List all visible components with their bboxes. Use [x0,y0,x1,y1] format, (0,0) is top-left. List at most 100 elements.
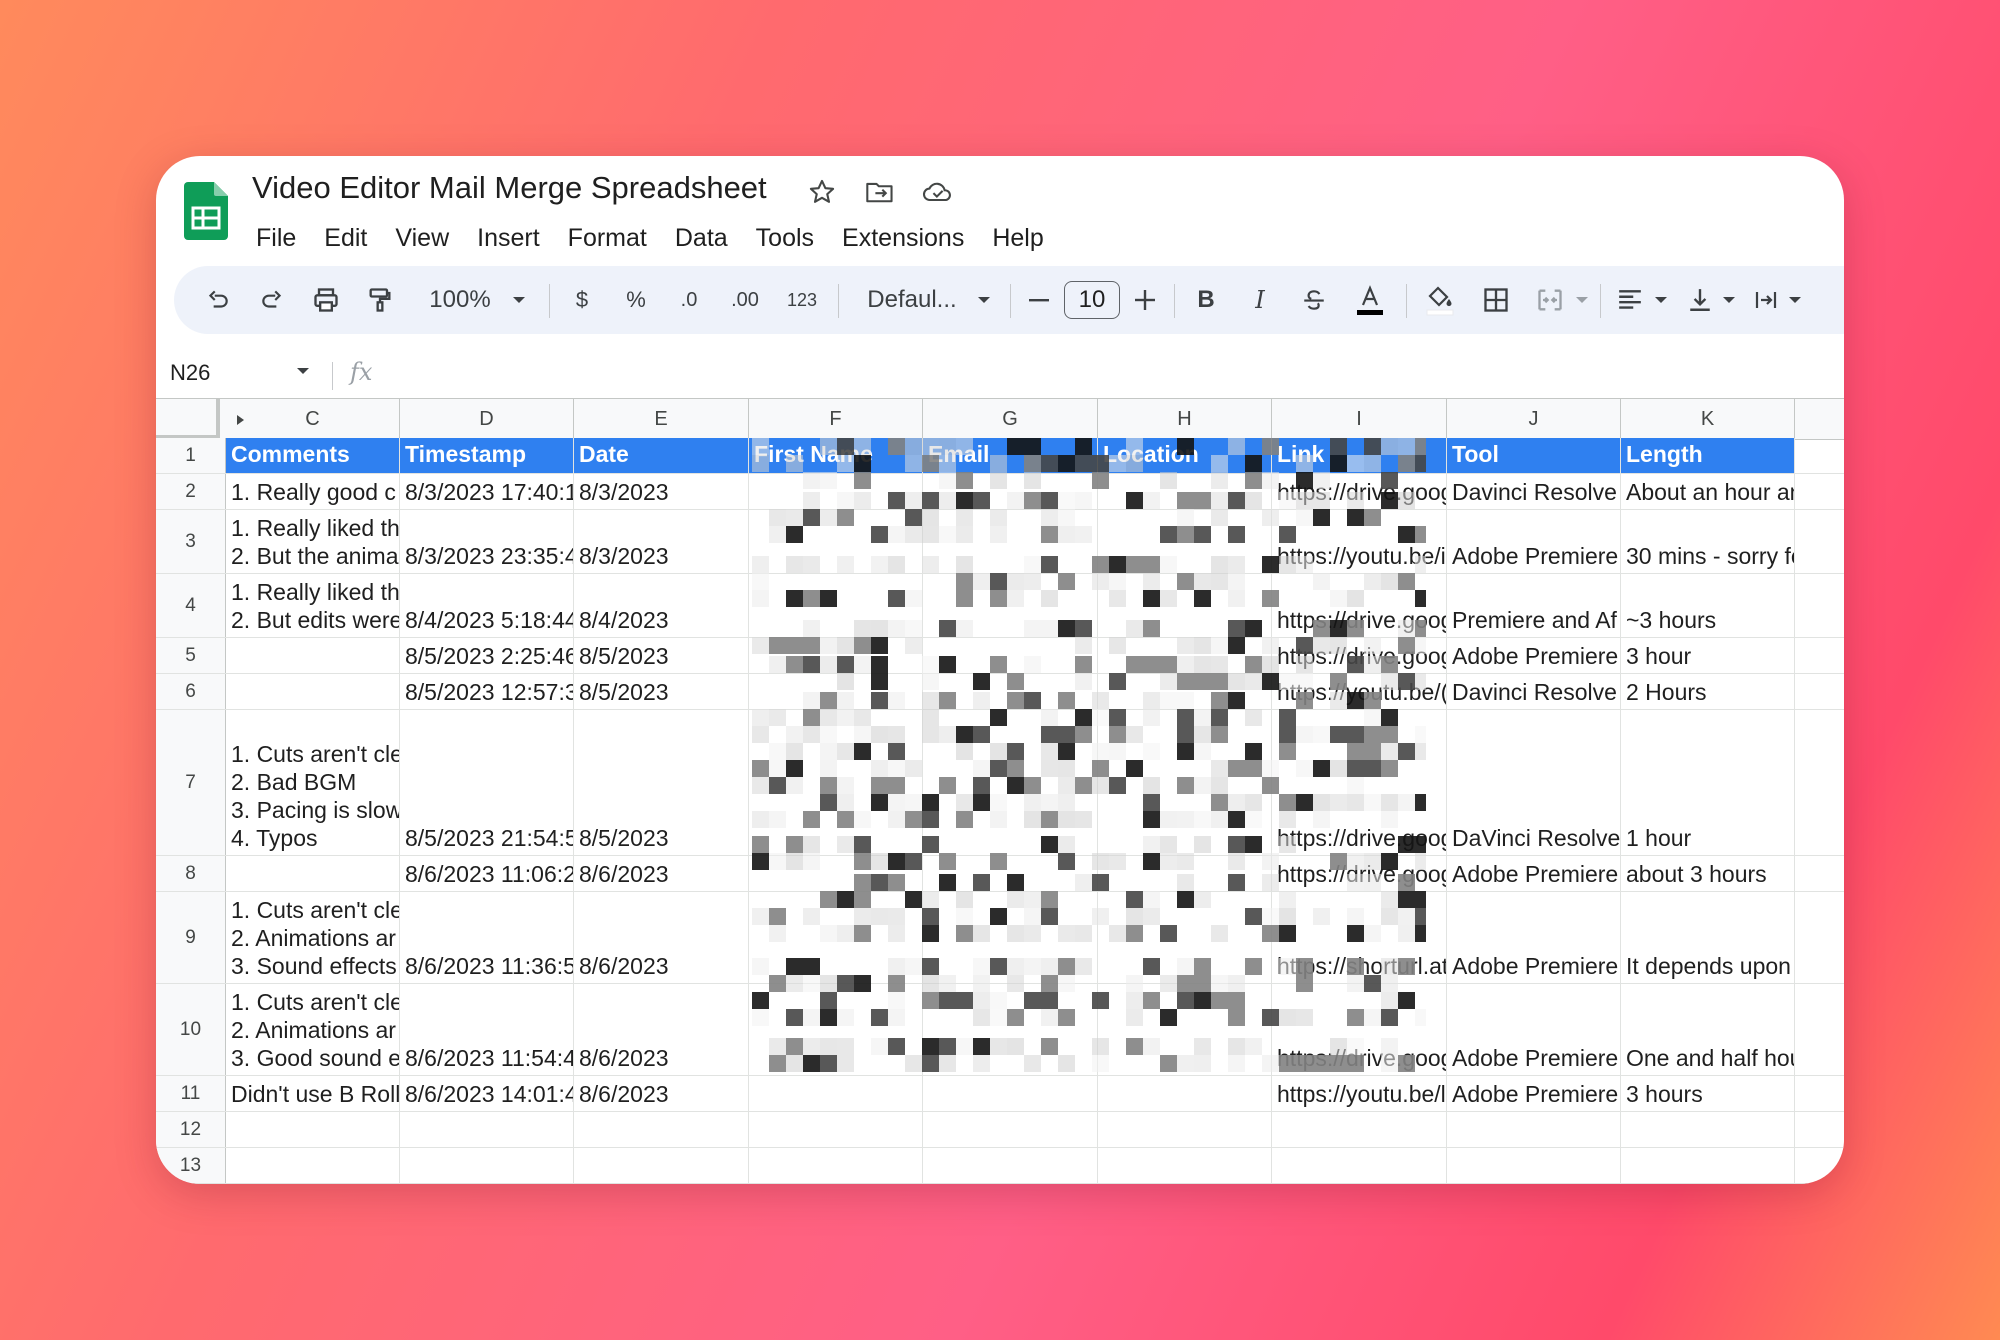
table-cell[interactable]: 8/5/2023 [574,710,749,855]
table-cell[interactable]: DaVinci Resolve [1447,710,1621,855]
borders-icon[interactable] [1476,280,1516,320]
name-box[interactable]: N26 [170,360,210,386]
table-cell[interactable] [1098,574,1272,637]
table-cell[interactable] [1447,1112,1621,1147]
table-cell[interactable] [923,510,1098,573]
table-cell[interactable] [400,1148,574,1183]
table-cell[interactable]: 8/3/2023 [574,510,749,573]
table-cell[interactable]: It depends upon the V [1621,892,1795,983]
table-cell[interactable]: 1. Really liked th 2. But edits were [226,574,400,637]
chevron-down-icon[interactable] [296,366,310,376]
table-cell[interactable] [574,1112,749,1147]
table-cell[interactable]: 8/5/2023 [574,674,749,709]
table-cell[interactable] [923,1148,1098,1183]
table-cell[interactable]: https://youtu.be/i [1272,510,1447,573]
table-cell[interactable]: Tool [1447,438,1621,473]
table-cell[interactable] [749,674,923,709]
table-cell[interactable] [1098,510,1272,573]
table-cell[interactable] [923,710,1098,855]
column-header-i[interactable]: I [1272,399,1447,439]
chevron-down-icon[interactable] [504,280,534,320]
table-cell[interactable] [574,1148,749,1183]
table-cell[interactable]: 3 hour [1621,638,1795,673]
increase-decimal-button[interactable]: .00 [722,280,768,320]
font-select[interactable]: Defaul... [854,280,970,320]
menu-file[interactable]: File [242,218,310,258]
table-cell[interactable]: 8/5/2023 2:25:46 [400,638,574,673]
table-cell[interactable] [1098,674,1272,709]
table-cell[interactable] [923,984,1098,1075]
table-cell[interactable] [226,1112,400,1147]
table-cell[interactable]: Davinci Resolve [1447,474,1621,509]
table-cell[interactable]: https://youtu.be/l [1272,1076,1447,1111]
table-cell[interactable] [226,856,400,891]
row-number[interactable]: 7 [156,710,226,855]
row-number[interactable]: 1 [156,438,226,473]
table-cell[interactable] [1621,1112,1795,1147]
table-cell[interactable]: 1 hour [1621,710,1795,855]
column-header-h[interactable]: H [1098,399,1272,439]
table-cell[interactable] [749,856,923,891]
row-number[interactable]: 9 [156,892,226,983]
table-cell[interactable]: 8/6/2023 [574,892,749,983]
increase-font-size-icon[interactable] [1128,280,1162,320]
vertical-align-icon[interactable] [1682,280,1718,320]
table-cell[interactable]: 8/6/2023 11:54:4 [400,984,574,1075]
table-cell[interactable] [749,1076,923,1111]
table-cell[interactable]: First Name [749,438,923,473]
menu-format[interactable]: Format [554,218,661,258]
table-cell[interactable] [1272,1112,1447,1147]
table-cell[interactable]: https://drive.goog [1272,474,1447,509]
currency-button[interactable]: $ [562,280,602,320]
table-cell[interactable] [749,984,923,1075]
table-cell[interactable]: 30 mins - sorry for no [1621,510,1795,573]
column-header-g[interactable]: G [923,399,1098,439]
table-cell[interactable]: 8/4/2023 5:18:44 [400,574,574,637]
fill-color-icon[interactable] [1418,280,1462,320]
column-header-e[interactable]: E [574,399,749,439]
chevron-down-icon[interactable] [1718,280,1740,320]
table-cell[interactable] [400,1112,574,1147]
table-cell[interactable] [749,638,923,673]
table-cell[interactable]: 8/6/2023 [574,856,749,891]
horizontal-align-icon[interactable] [1610,280,1650,320]
table-cell[interactable]: 8/5/2023 12:57:3 [400,674,574,709]
table-cell[interactable]: Adobe Premiere [1447,892,1621,983]
row-number[interactable]: 5 [156,638,226,673]
number-format-button[interactable]: 123 [778,280,826,320]
chevron-down-icon[interactable] [1784,280,1806,320]
table-cell[interactable]: 1. Cuts aren't cle 2. Bad BGM 3. Pacing … [226,710,400,855]
table-cell[interactable]: 1. Cuts aren't cle 2. Animations ar 3. S… [226,892,400,983]
table-cell[interactable]: 1. Cuts aren't cle 2. Animations ar 3. G… [226,984,400,1075]
column-header-k[interactable]: K [1621,399,1795,439]
table-cell[interactable] [923,856,1098,891]
table-cell[interactable] [1098,710,1272,855]
table-cell[interactable] [226,674,400,709]
row-number[interactable]: 10 [156,984,226,1075]
menu-insert[interactable]: Insert [463,218,554,258]
table-cell[interactable]: 8/5/2023 21:54:5 [400,710,574,855]
table-cell[interactable] [923,1112,1098,1147]
table-cell[interactable]: 1. Really good c [226,474,400,509]
table-cell[interactable] [923,474,1098,509]
table-cell[interactable] [1098,984,1272,1075]
table-cell[interactable]: Didn't use B Roll [226,1076,400,1111]
chevron-down-icon[interactable] [1572,280,1592,320]
table-cell[interactable]: Location [1098,438,1272,473]
font-size-field[interactable]: 10 [1062,280,1122,320]
column-header-d[interactable]: D [400,399,574,439]
table-cell[interactable] [1098,856,1272,891]
table-cell[interactable] [749,1148,923,1183]
table-cell[interactable]: Date [574,438,749,473]
column-header-f[interactable]: F [749,399,923,439]
table-cell[interactable]: Premiere and Af [1447,574,1621,637]
menu-edit[interactable]: Edit [310,218,381,258]
chevron-down-icon[interactable] [1650,280,1672,320]
table-cell[interactable]: Davinci Resolve [1447,674,1621,709]
table-cell[interactable]: 8/3/2023 23:35:4 [400,510,574,573]
bold-button[interactable]: B [1186,280,1226,320]
table-cell[interactable]: 8/6/2023 11:06:2 [400,856,574,891]
table-cell[interactable] [226,638,400,673]
table-cell[interactable]: Adobe Premiere [1447,984,1621,1075]
decrease-decimal-button[interactable]: .0 [668,280,710,320]
